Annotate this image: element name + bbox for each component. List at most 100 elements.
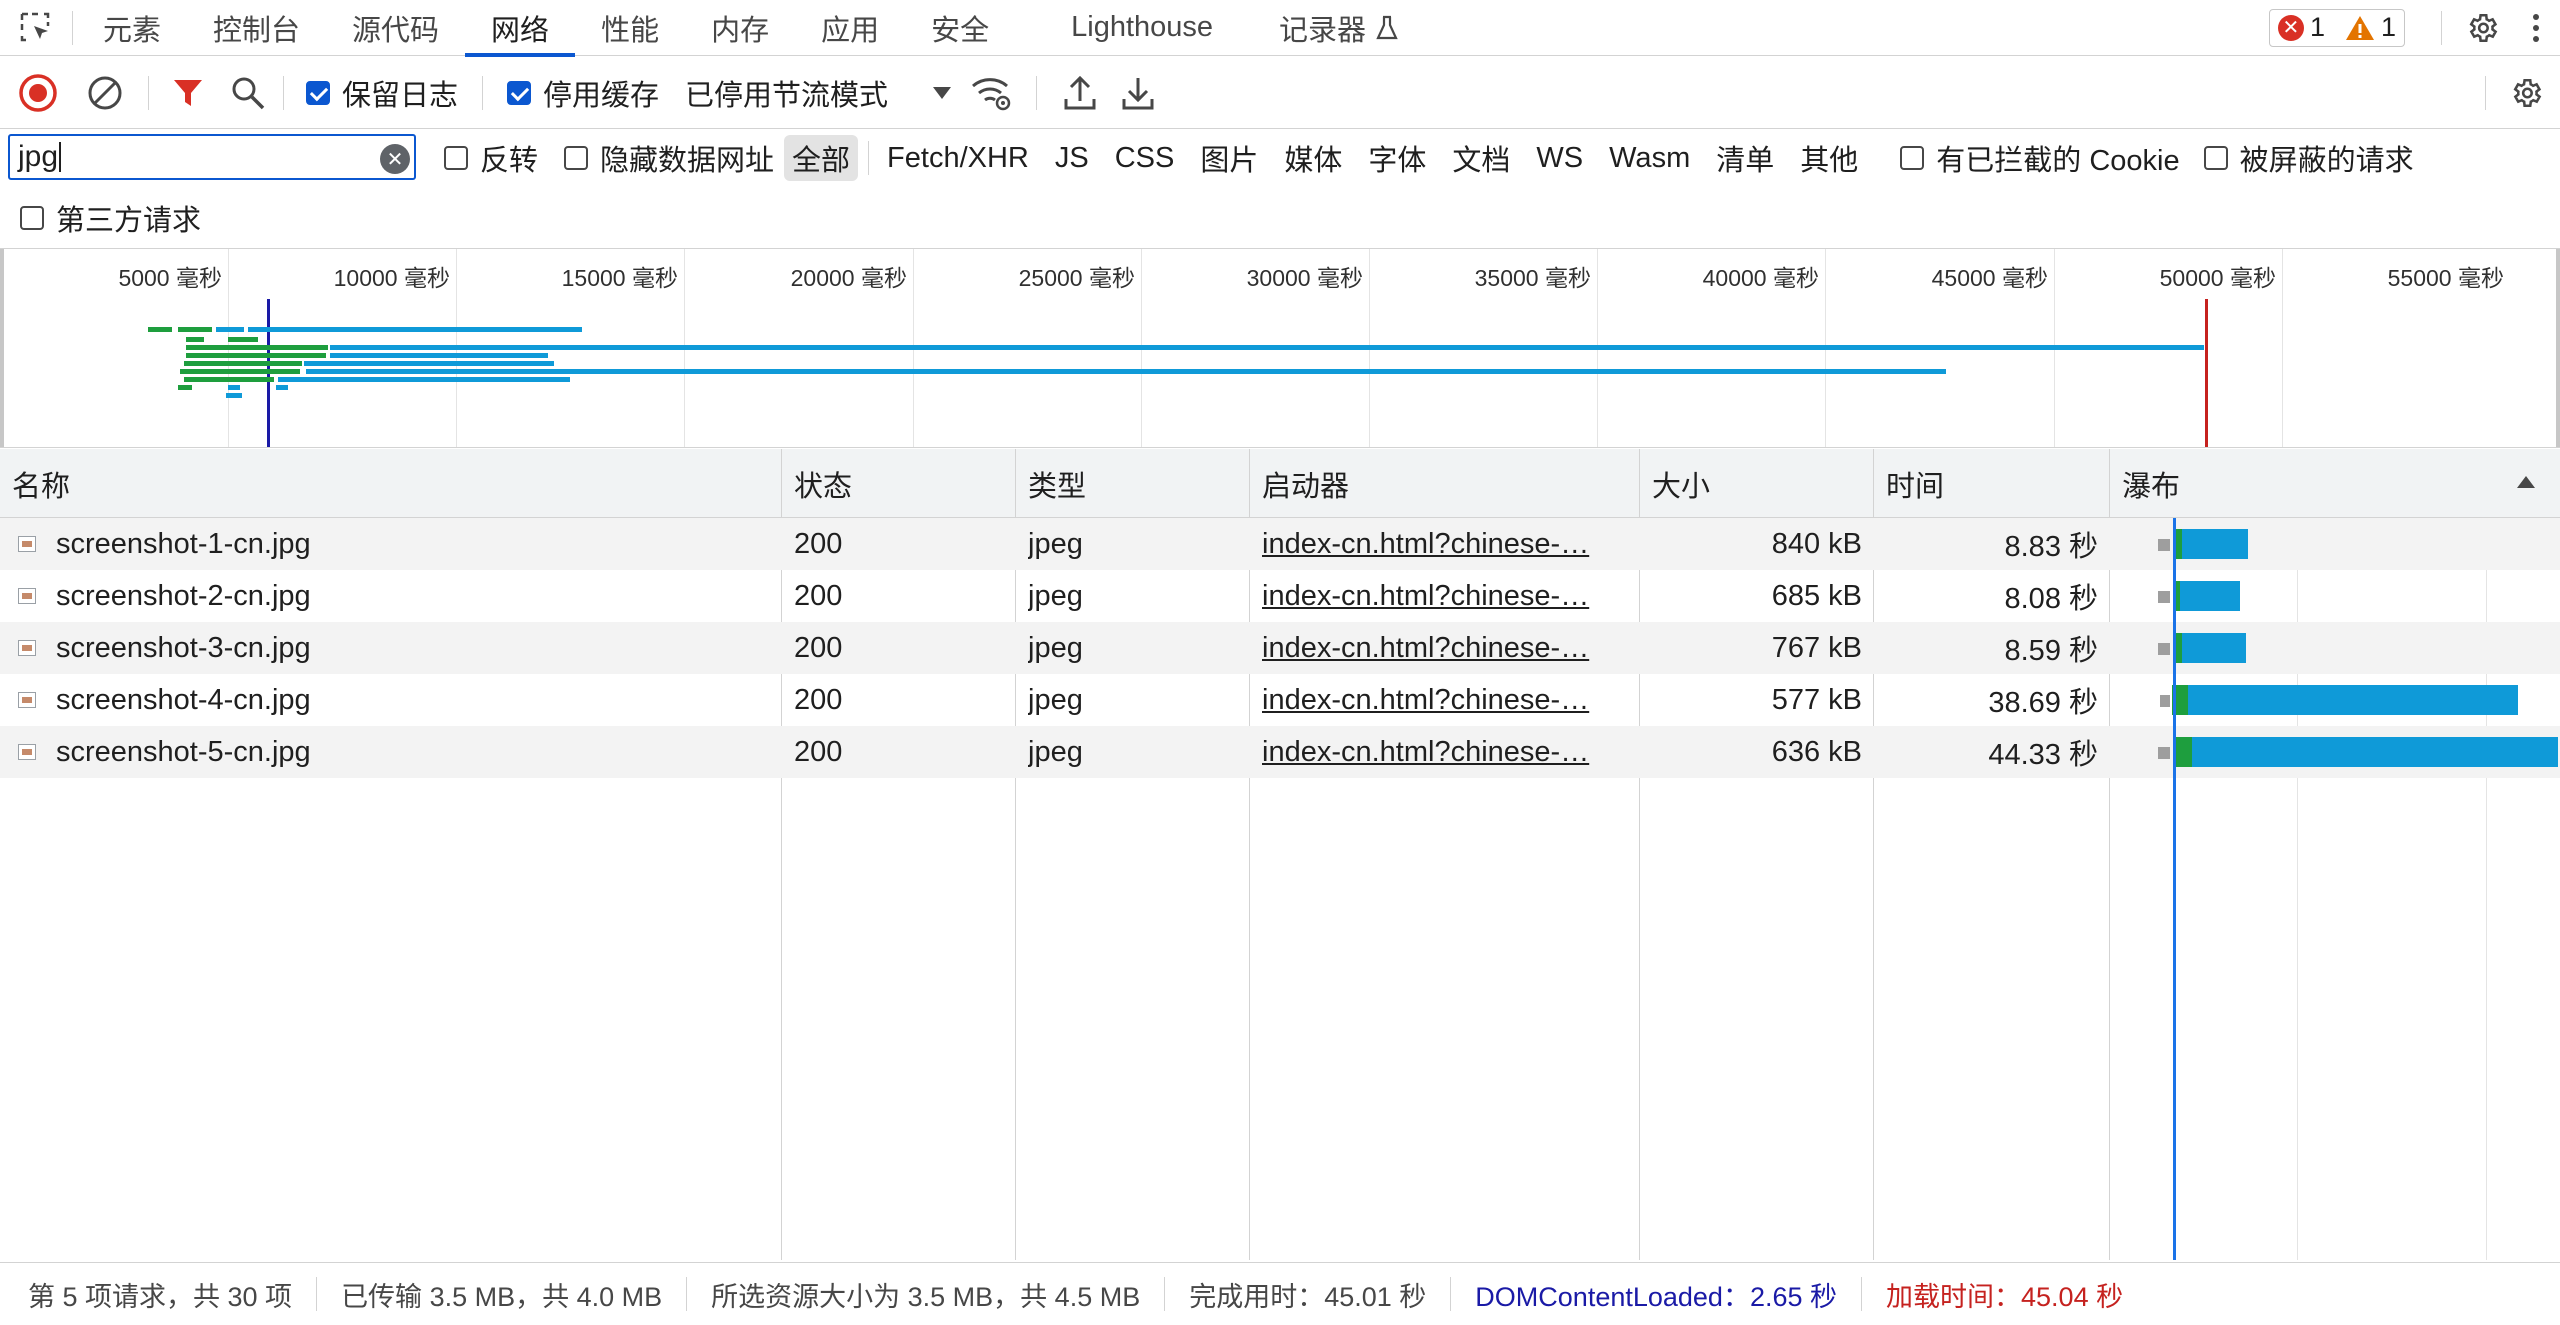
- stop-recording-icon[interactable]: [0, 57, 76, 129]
- hide-data-urls-checkbox[interactable]: 隐藏数据网址: [564, 137, 774, 179]
- status-resources: 所选资源大小为 3.5 MB，共 4.5 MB: [711, 1281, 1141, 1312]
- waterfall-waiting-bar: [2174, 737, 2192, 767]
- third-party-checkbox[interactable]: 第三方请求: [20, 197, 201, 239]
- cell-size: 636 kB: [1771, 735, 1862, 768]
- throttling-select[interactable]: 已停用节流模式: [685, 72, 952, 114]
- checkbox-unchecked[interactable]: [20, 206, 44, 230]
- settings-gear-icon[interactable]: [2452, 0, 2512, 56]
- tab-security[interactable]: 安全: [905, 0, 1015, 56]
- table-row[interactable]: screenshot-5-cn.jpg 200 jpeg index-cn.ht…: [0, 726, 2560, 778]
- blocked-requests-checkbox[interactable]: 被屏蔽的请求: [2203, 137, 2414, 179]
- filter-type-font[interactable]: 字体: [1360, 135, 1434, 181]
- table-row[interactable]: screenshot-3-cn.jpg 200 jpeg index-cn.ht…: [0, 622, 2560, 674]
- error-count: 1: [2309, 12, 2325, 42]
- cell-time: 8.83 秒: [2004, 531, 2099, 563]
- preserve-log-label: 保留日志: [342, 79, 459, 112]
- column-header-initiator[interactable]: 启动器: [1250, 449, 1638, 518]
- table-row[interactable]: screenshot-2-cn.jpg 200 jpeg index-cn.ht…: [0, 570, 2560, 622]
- overview-right-handle[interactable]: [2556, 249, 2560, 447]
- clear-filter-icon[interactable]: ✕: [380, 144, 410, 174]
- tab-sources[interactable]: 源代码: [326, 0, 465, 56]
- column-header-type[interactable]: 类型: [1016, 449, 1248, 518]
- blocked-requests-label: 被屏蔽的请求: [2239, 145, 2414, 177]
- divider: [283, 75, 284, 110]
- filter-type-all[interactable]: 全部: [784, 135, 859, 181]
- filter-type-ws[interactable]: WS: [1528, 140, 1591, 177]
- checkbox-unchecked[interactable]: [1900, 146, 1925, 170]
- tab-elements[interactable]: 元素: [77, 0, 187, 56]
- column-header-size[interactable]: 大小: [1640, 449, 1872, 518]
- initiator-link[interactable]: index-cn.html?chinese-…: [1262, 684, 1589, 717]
- search-icon[interactable]: [213, 57, 283, 129]
- cell-size: 767 kB: [1771, 631, 1862, 664]
- filter-icon[interactable]: [163, 57, 213, 129]
- initiator-link[interactable]: index-cn.html?chinese-…: [1262, 736, 1589, 769]
- table-row[interactable]: screenshot-4-cn.jpg 200 jpeg index-cn.ht…: [0, 674, 2560, 726]
- initiator-link[interactable]: index-cn.html?chinese-…: [1262, 528, 1589, 561]
- inspect-element-icon[interactable]: [0, 0, 72, 56]
- table-row[interactable]: screenshot-1-cn.jpg 200 jpeg index-cn.ht…: [0, 518, 2560, 570]
- waterfall-dcl-line: [2173, 518, 2176, 1260]
- checkbox-unchecked[interactable]: [2203, 146, 2228, 170]
- divider: [148, 75, 149, 110]
- checkbox-unchecked[interactable]: [564, 146, 589, 170]
- column-header-waterfall-label: 瀑布: [2122, 470, 2181, 503]
- filter-type-manifest[interactable]: 清单: [1708, 135, 1782, 181]
- initiator-link[interactable]: index-cn.html?chinese-…: [1262, 580, 1589, 613]
- column-header-status[interactable]: 状态: [782, 449, 1014, 518]
- request-name: screenshot-2-cn.jpg: [56, 579, 311, 612]
- network-overview[interactable]: 5000 毫秒 10000 毫秒 15000 毫秒 20000 毫秒 25000…: [0, 248, 2560, 448]
- text-cursor: [59, 142, 62, 172]
- filter-type-other[interactable]: 其他: [1792, 135, 1866, 181]
- import-har-icon[interactable]: [1051, 57, 1109, 129]
- filter-input[interactable]: jpg ✕: [8, 134, 416, 180]
- clear-log-icon[interactable]: [76, 57, 134, 129]
- filter-type-img[interactable]: 图片: [1192, 135, 1266, 181]
- cell-name: screenshot-4-cn.jpg: [0, 674, 780, 726]
- overview-tick-label: 10000 毫秒: [333, 265, 450, 291]
- preserve-log-checkbox[interactable]: 保留日志: [306, 72, 458, 114]
- export-har-icon[interactable]: [1109, 57, 1167, 129]
- tab-lighthouse[interactable]: Lighthouse: [1015, 0, 1239, 56]
- filter-type-wasm[interactable]: Wasm: [1601, 140, 1698, 177]
- image-file-icon: [18, 640, 36, 656]
- filter-type-media[interactable]: 媒体: [1276, 135, 1350, 181]
- tab-recorder[interactable]: 记录器: [1239, 0, 1426, 56]
- column-header-waterfall[interactable]: 瀑布: [2110, 449, 2560, 518]
- checkbox-unchecked[interactable]: [444, 146, 468, 170]
- filter-type-doc[interactable]: 文档: [1444, 135, 1518, 181]
- overview-request-bar: [276, 385, 288, 390]
- cell-initiator: index-cn.html?chinese-…: [1262, 622, 1634, 674]
- tab-performance[interactable]: 性能: [575, 0, 685, 56]
- cell-initiator: index-cn.html?chinese-…: [1262, 674, 1634, 726]
- column-header-time[interactable]: 时间: [1874, 449, 2108, 518]
- column-header-name[interactable]: 名称: [0, 449, 780, 518]
- filter-type-fetch-xhr[interactable]: Fetch/XHR: [879, 140, 1037, 177]
- more-options-icon[interactable]: [2512, 0, 2560, 56]
- checkbox-checked[interactable]: [306, 80, 330, 105]
- initiator-link[interactable]: index-cn.html?chinese-…: [1262, 632, 1589, 665]
- overview-left-handle[interactable]: [0, 249, 4, 447]
- filter-type-js[interactable]: JS: [1047, 140, 1097, 177]
- network-settings-gear-icon[interactable]: [2496, 57, 2556, 129]
- divider: [868, 141, 870, 175]
- invert-checkbox[interactable]: 反转: [444, 137, 538, 179]
- network-conditions-icon[interactable]: [952, 57, 1032, 129]
- blocked-cookies-checkbox[interactable]: 有已拦截的 Cookie: [1900, 137, 2180, 179]
- waterfall-download-bar: [2182, 633, 2246, 663]
- tab-console[interactable]: 控制台: [187, 0, 326, 56]
- disable-cache-checkbox[interactable]: 停用缓存: [507, 72, 659, 114]
- tab-application[interactable]: 应用: [795, 0, 905, 56]
- overview-tick-label: 25000 毫秒: [1018, 265, 1135, 291]
- waterfall-queue-bar: [2158, 747, 2170, 759]
- filter-type-css[interactable]: CSS: [1107, 140, 1183, 177]
- tab-network[interactable]: 网络: [465, 0, 576, 57]
- overview-load-line: [2205, 299, 2208, 447]
- checkbox-checked[interactable]: [507, 80, 532, 105]
- issues-counter[interactable]: ✕ 1 1: [2268, 8, 2405, 47]
- throttling-value: 已停用节流模式: [685, 79, 889, 112]
- filter-bar-second-row: 第三方请求: [0, 190, 2560, 246]
- cell-size: 577 kB: [1771, 683, 1862, 716]
- divider: [72, 10, 73, 45]
- tab-memory[interactable]: 内存: [685, 0, 795, 56]
